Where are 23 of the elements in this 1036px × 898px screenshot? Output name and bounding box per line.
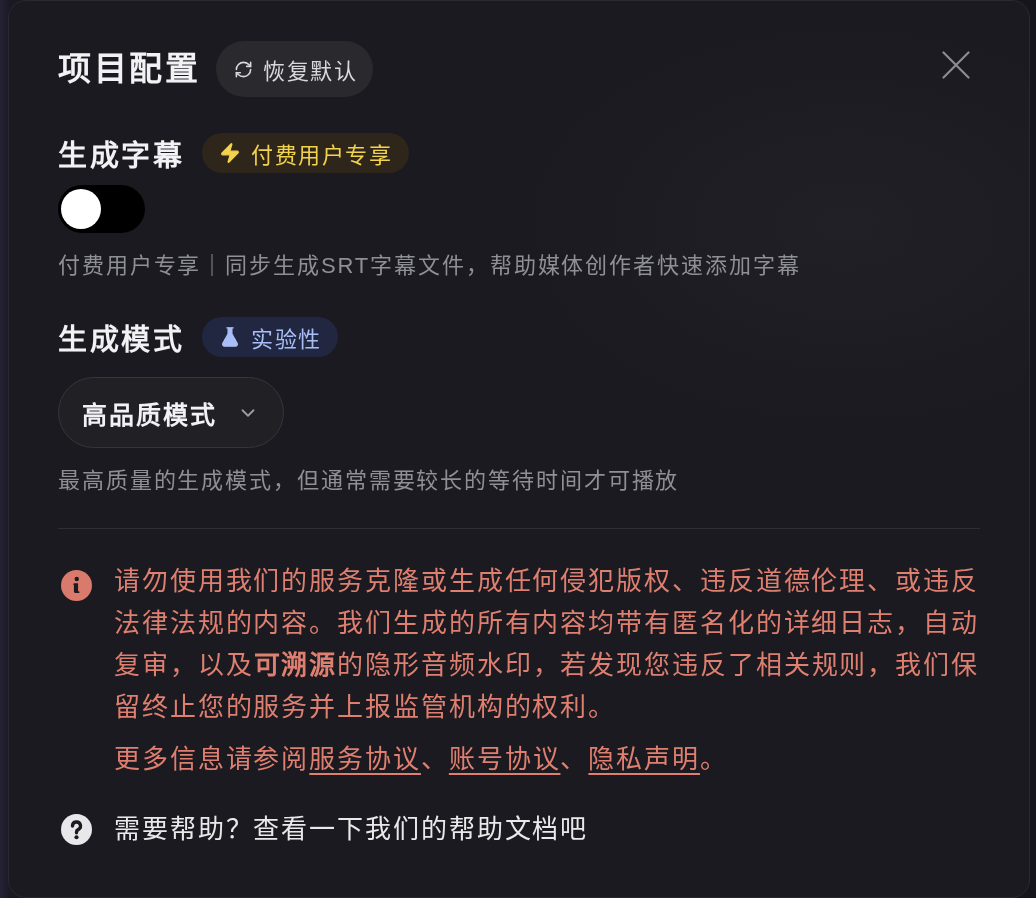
lightning-icon (219, 142, 241, 164)
policy-link[interactable]: 服务协议 (309, 744, 421, 774)
flask-icon (219, 326, 241, 348)
info-icon (61, 570, 92, 601)
premium-badge: 付费用户专享 (202, 133, 409, 173)
dialog-title: 项目配置 (58, 49, 200, 89)
mode-dropdown[interactable]: 高品质模式 (58, 377, 284, 448)
section-description: 最高质量的生成模式，但通常需要较长的等待时间才可播放 (58, 467, 681, 495)
help-icon (61, 813, 92, 845)
section-heading: 生成字幕 (58, 139, 184, 174)
section-description: 付费用户专享｜同步生成SRT字幕文件，帮助媒体创作者快速添加字幕 (58, 252, 802, 280)
close-icon (942, 51, 970, 79)
more-info-text: 更多信息请参阅服务协议、账号协议、隐私声明。 (114, 743, 729, 776)
refresh-icon (234, 59, 253, 79)
policy-link[interactable]: 隐私声明 (588, 744, 700, 774)
experimental-badge: 实验性 (202, 317, 338, 357)
policy-link[interactable]: 账号协议 (448, 744, 561, 774)
help-docs-link[interactable]: 需要帮助？查看一下我们的帮助文档吧 (114, 808, 589, 850)
close-button[interactable] (942, 51, 970, 79)
section-heading: 生成模式 (58, 323, 184, 358)
toggle-switch[interactable] (58, 185, 145, 233)
reset-button[interactable]: 恢复默认 (216, 41, 374, 97)
warning-text: 请勿使用我们的服务克隆或生成任何侵犯版权、违反道德伦理、或违反法律法规的内容。我们生成的所有内容均带有匿名化的详细日志，自动复审，以及可溯源的隐形音频水印，若发现您违反了相关规则，我们保留终止您的服务并上报监管机构的权利。 (114, 565, 980, 724)
